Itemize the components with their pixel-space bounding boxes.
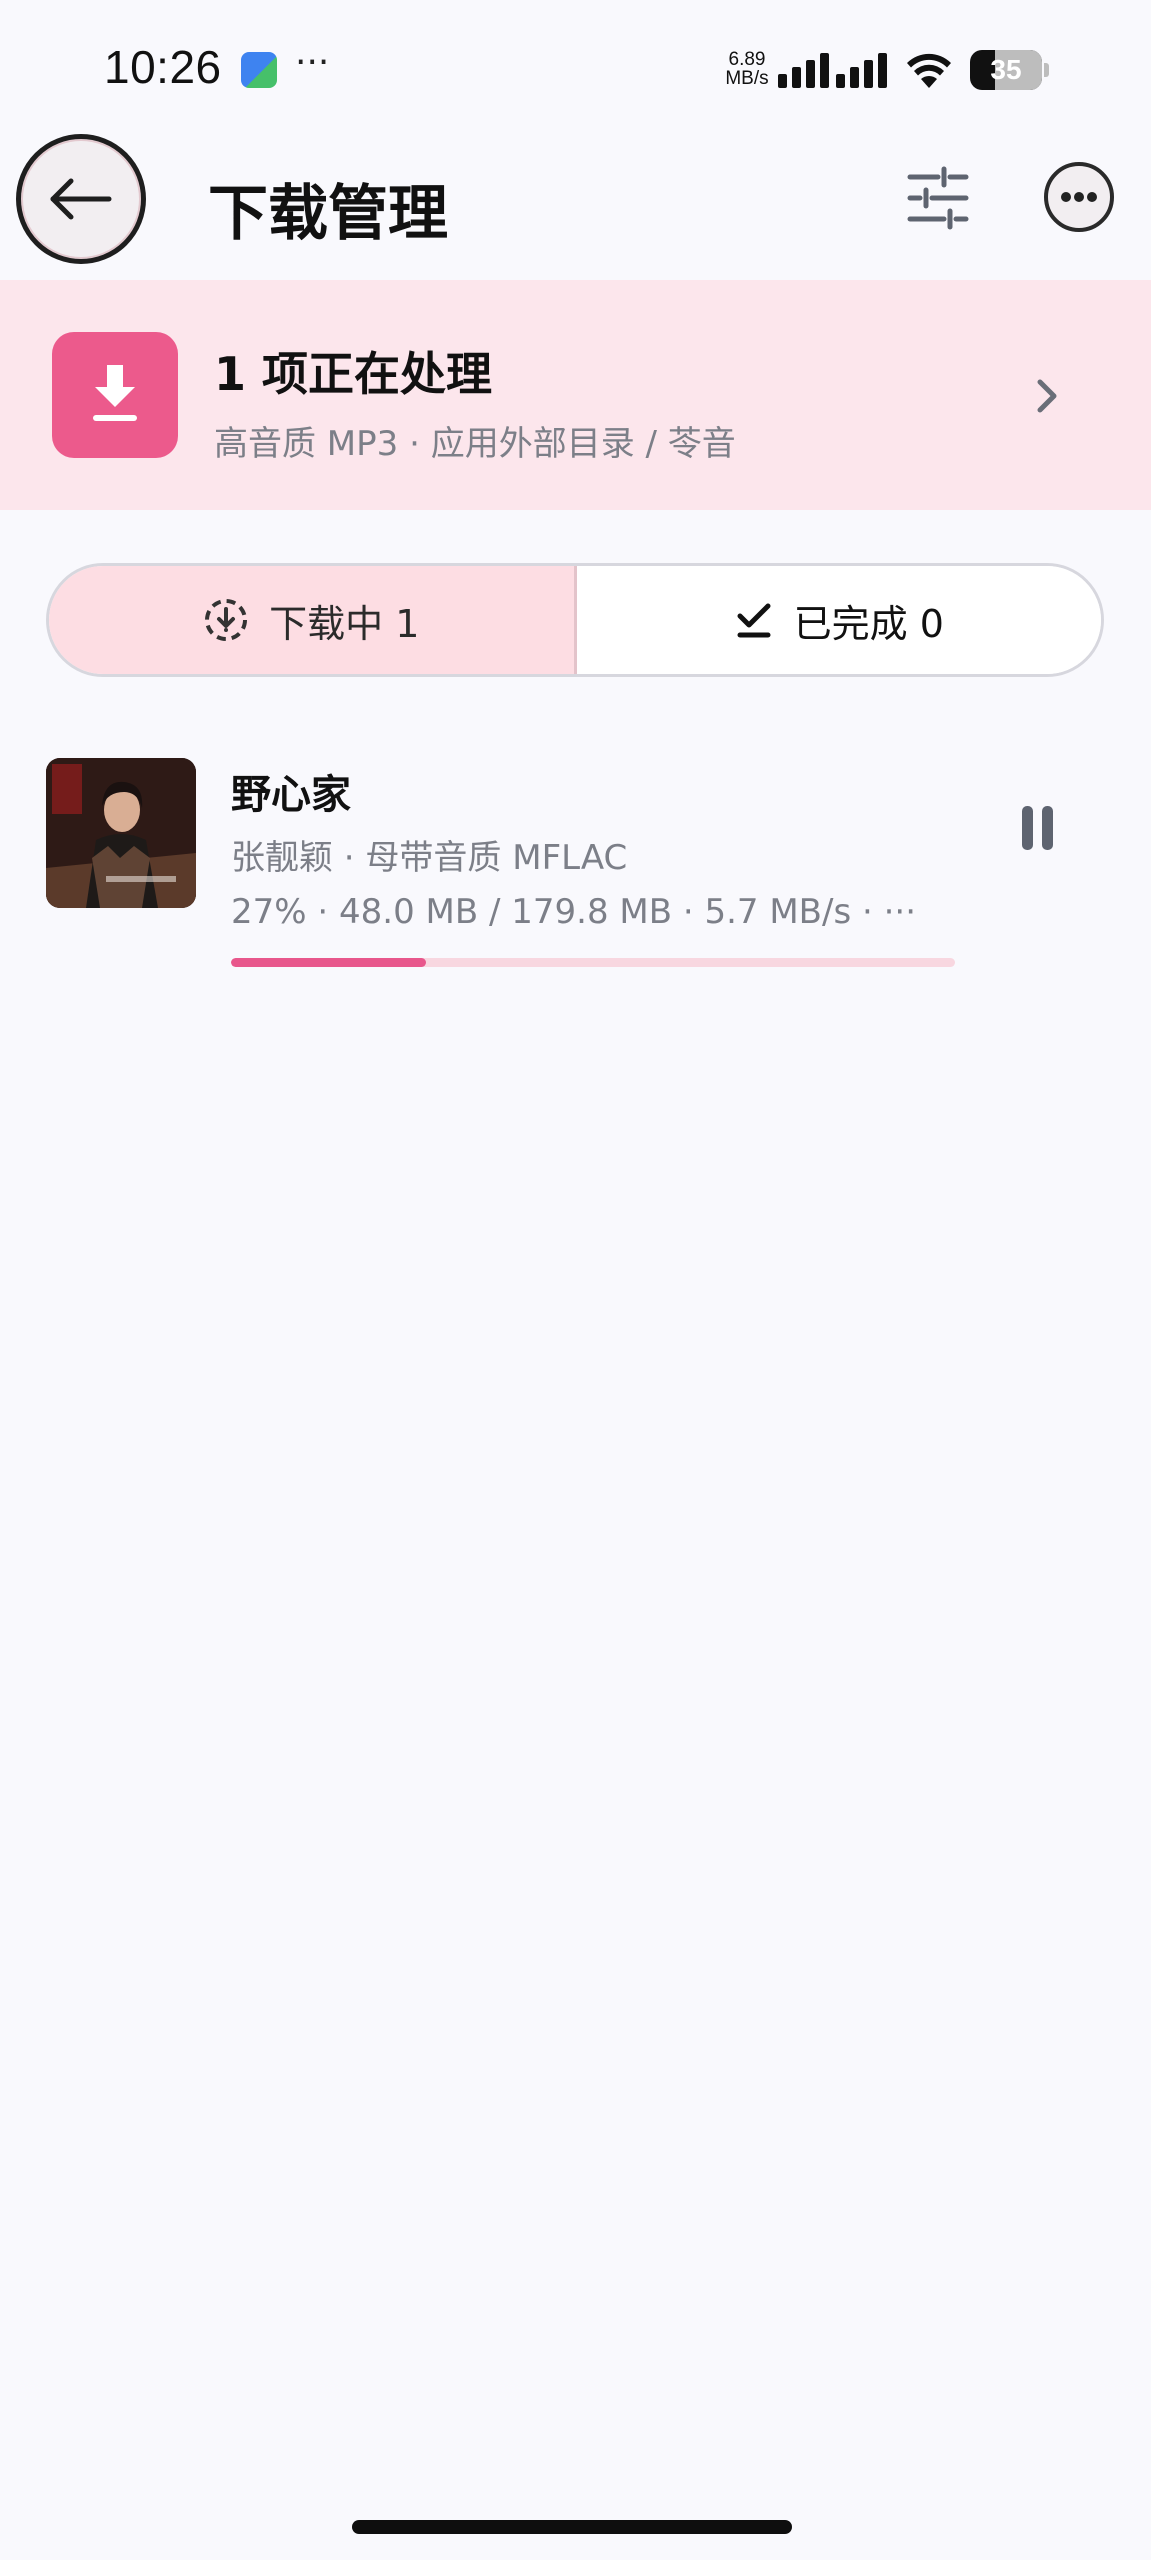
battery-percent: 35 (990, 54, 1022, 85)
check-icon (737, 603, 771, 638)
more-horizontal-icon (1061, 192, 1097, 202)
app-notification-icon (241, 52, 277, 88)
pause-icon[interactable] (1012, 800, 1062, 856)
status-time: 10:26 (104, 41, 222, 93)
banner-icon (52, 332, 178, 458)
tab-downloading[interactable]: 下载中 1 (49, 566, 577, 674)
download-progress-bar (231, 958, 955, 967)
download-progress-text: 27% · 48.0 MB / 179.8 MB · 5.7 MB/s · ··… (231, 892, 917, 932)
album-art (46, 758, 196, 908)
sliders-icon[interactable] (900, 160, 976, 236)
song-meta: 张靓颖 · 母带音质 MFLAC (231, 838, 628, 878)
tab-completed[interactable]: 已完成 0 (576, 566, 1101, 674)
more-button[interactable] (1044, 162, 1114, 232)
arrow-left-icon (50, 178, 112, 220)
status-overflow: ··· (295, 42, 330, 83)
banner-subtitle: 高音质 MP3 · 应用外部目录 / 苓音 (214, 424, 736, 464)
battery-icon: 35 (970, 50, 1050, 90)
network-speed-unit: MB/s (725, 68, 769, 89)
download-circle-icon (205, 599, 248, 641)
tab-completed-label: 已完成 0 (793, 601, 944, 646)
back-button[interactable] (16, 134, 146, 264)
signal-icon (778, 53, 887, 88)
home-indicator[interactable] (352, 2520, 792, 2534)
song-title: 野心家 (231, 772, 351, 818)
banner-title: 1 项正在处理 (214, 347, 493, 401)
download-icon (93, 365, 137, 421)
wifi-icon (907, 53, 951, 88)
album-art-image (46, 758, 196, 908)
download-progress-fill (231, 958, 427, 967)
page-title: 下载管理 (208, 179, 448, 249)
network-speed: 6.89 MB/s (720, 50, 774, 88)
download-tabs: 下载中 1 已完成 0 (46, 563, 1104, 677)
tab-downloading-label: 下载中 1 (269, 601, 420, 646)
chevron-right-icon[interactable] (1032, 376, 1062, 416)
network-speed-value: 6.89 (728, 49, 766, 70)
